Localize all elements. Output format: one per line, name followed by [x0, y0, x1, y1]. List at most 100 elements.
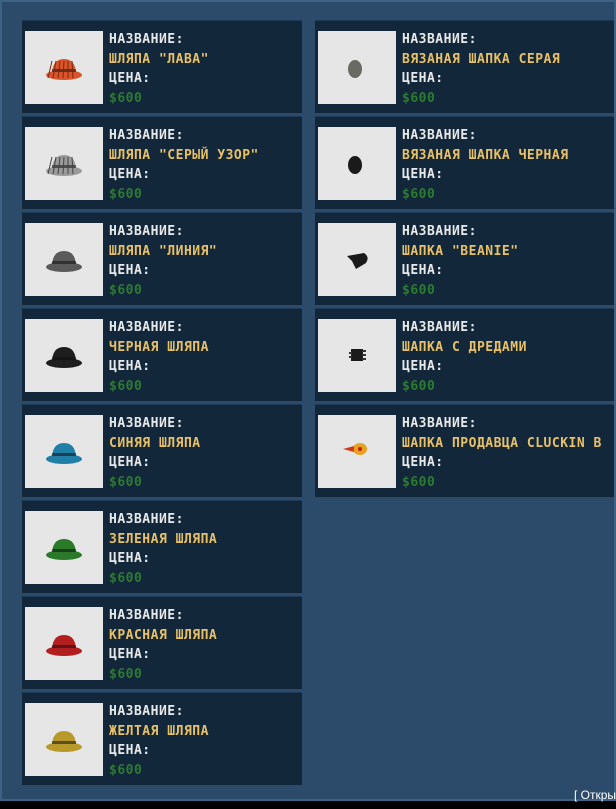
- hat-info: НАЗВАНИЕ: ЗЕЛЕНАЯ ШЛЯПА ЦЕНА: $600: [109, 510, 217, 588]
- hat-info: НАЗВАНИЕ: ЧЕРНАЯ ШЛЯПА ЦЕНА: $600: [109, 318, 209, 396]
- beanie-icon: [347, 253, 368, 269]
- hat-card[interactable]: НАЗВАНИЕ: ВЯЗАНАЯ ШАПКА СЕРАЯ ЦЕНА: $600: [315, 20, 614, 113]
- name-label: НАЗВАНИЕ:: [109, 512, 184, 527]
- name-label: НАЗВАНИЕ:: [402, 32, 477, 47]
- red-hat-icon: [46, 635, 82, 656]
- cluckin-bell-cap-icon: [343, 443, 367, 455]
- name-label: НАЗВАНИЕ:: [109, 416, 184, 431]
- hat-title: ШАПКА С ДРЕДАМИ: [402, 339, 527, 355]
- hat-info: НАЗВАНИЕ: СИНЯЯ ШЛЯПА ЦЕНА: $600: [109, 414, 201, 492]
- hat-card[interactable]: НАЗВАНИЕ: ШЛЯПА "СЕРЫЙ УЗОР" ЦЕНА: $600: [22, 116, 302, 209]
- name-label: НАЗВАНИЕ:: [109, 608, 184, 623]
- hat-card[interactable]: НАЗВАНИЕ: ЗЕЛЕНАЯ ШЛЯПА ЦЕНА: $600: [22, 500, 302, 593]
- hat-price: $600: [402, 186, 436, 202]
- hat-price: $600: [402, 90, 436, 106]
- hat-price: $600: [109, 378, 143, 394]
- hat-price: $600: [402, 378, 436, 394]
- price-label: ЦЕНА:: [109, 359, 151, 374]
- hat-thumbnail: [25, 415, 103, 488]
- hat-price: $600: [109, 282, 143, 298]
- name-label: НАЗВАНИЕ:: [402, 320, 477, 335]
- name-label: НАЗВАНИЕ:: [402, 128, 477, 143]
- black-hat-icon: [46, 347, 82, 368]
- blue-hat-icon: [46, 443, 82, 464]
- hat-price: $600: [109, 90, 143, 106]
- name-label: НАЗВАНИЕ:: [109, 320, 184, 335]
- name-label: НАЗВАНИЕ:: [109, 224, 184, 239]
- hat-info: НАЗВАНИЕ: ВЯЗАНАЯ ШАПКА ЧЕРНАЯ ЦЕНА: $600: [402, 126, 569, 204]
- hat-title: ШАПКА "BEANIE": [402, 243, 519, 259]
- hat-info: НАЗВАНИЕ: ШАПКА С ДРЕДАМИ ЦЕНА: $600: [402, 318, 527, 396]
- hat-card[interactable]: НАЗВАНИЕ: КРАСНАЯ ШЛЯПА ЦЕНА: $600: [22, 596, 302, 689]
- price-label: ЦЕНА:: [402, 167, 444, 182]
- price-label: ЦЕНА:: [109, 647, 151, 662]
- hat-price: $600: [402, 282, 436, 298]
- hat-price: $600: [109, 474, 143, 490]
- name-label: НАЗВАНИЕ:: [109, 32, 184, 47]
- hat-title: ЖЕЛТАЯ ШЛЯПА: [109, 723, 209, 739]
- hat-info: НАЗВАНИЕ: КРАСНАЯ ШЛЯПА ЦЕНА: $600: [109, 606, 217, 684]
- hat-thumbnail: [25, 127, 103, 200]
- hat-title: ШАПКА ПРОДАВЦА CLUCKIN B: [402, 435, 602, 451]
- hat-shop-panel: НАЗВАНИЕ: ШЛЯПА "ЛАВА" ЦЕНА: $600 НАЗВАНИЕ: Ш…: [0, 0, 616, 801]
- hat-price: $600: [109, 570, 143, 586]
- yellow-hat-icon: [46, 731, 82, 752]
- hat-card[interactable]: НАЗВАНИЕ: ВЯЗАНАЯ ШАПКА ЧЕРНАЯ ЦЕНА: $600: [315, 116, 614, 209]
- green-hat-icon: [46, 539, 82, 560]
- hat-title: ЧЕРНАЯ ШЛЯПА: [109, 339, 209, 355]
- hat-thumbnail: [25, 703, 103, 776]
- name-label: НАЗВАНИЕ:: [109, 128, 184, 143]
- hat-info: НАЗВАНИЕ: ЖЕЛТАЯ ШЛЯПА ЦЕНА: $600: [109, 702, 209, 780]
- hat-title: ВЯЗАНАЯ ШАПКА ЧЕРНАЯ: [402, 147, 569, 163]
- hat-title: КРАСНАЯ ШЛЯПА: [109, 627, 218, 643]
- gray-pattern-hat-icon: [46, 155, 82, 176]
- dreadlocks-cap-icon: [349, 349, 366, 361]
- hat-thumbnail: [25, 607, 103, 680]
- hat-card[interactable]: НАЗВАНИЕ: ШАПКА ПРОДАВЦА CLUCKIN B ЦЕНА: $6…: [315, 404, 614, 497]
- hat-title: ШЛЯПА "ЛАВА": [109, 51, 209, 67]
- hat-card[interactable]: НАЗВАНИЕ: ЧЕРНАЯ ШЛЯПА ЦЕНА: $600: [22, 308, 302, 401]
- hat-title: ЗЕЛЕНАЯ ШЛЯПА: [109, 531, 218, 547]
- hat-info: НАЗВАНИЕ: ШЛЯПА "СЕРЫЙ УЗОР" ЦЕНА: $600: [109, 126, 259, 204]
- line-hat-icon: [46, 251, 82, 272]
- hat-price: $600: [402, 474, 436, 490]
- price-label: ЦЕНА:: [402, 71, 444, 86]
- hat-card[interactable]: НАЗВАНИЕ: ШЛЯПА "ЛИНИЯ" ЦЕНА: $600: [22, 212, 302, 305]
- price-label: ЦЕНА:: [109, 71, 151, 86]
- name-label: НАЗВАНИЕ:: [109, 704, 184, 719]
- hat-info: НАЗВАНИЕ: ШЛЯПА "ЛАВА" ЦЕНА: $600: [109, 30, 209, 108]
- hat-info: НАЗВАНИЕ: ШАПКА "BEANIE" ЦЕНА: $600: [402, 222, 519, 300]
- hat-card[interactable]: НАЗВАНИЕ: ШАПКА "BEANIE" ЦЕНА: $600: [315, 212, 614, 305]
- price-label: ЦЕНА:: [109, 551, 151, 566]
- hat-title: ШЛЯПА "СЕРЫЙ УЗОР": [109, 147, 259, 163]
- name-label: НАЗВАНИЕ:: [402, 224, 477, 239]
- hat-card[interactable]: НАЗВАНИЕ: ЖЕЛТАЯ ШЛЯПА ЦЕНА: $600: [22, 692, 302, 785]
- hat-card[interactable]: НАЗВАНИЕ: ШЛЯПА "ЛАВА" ЦЕНА: $600: [22, 20, 302, 113]
- name-label: НАЗВАНИЕ:: [402, 416, 477, 431]
- price-label: ЦЕНА:: [109, 167, 151, 182]
- hat-thumbnail: [318, 319, 396, 392]
- hat-info: НАЗВАНИЕ: ШЛЯПА "ЛИНИЯ" ЦЕНА: $600: [109, 222, 217, 300]
- hat-thumbnail: [25, 31, 103, 104]
- black-knit-cap-icon: [348, 156, 362, 174]
- hat-thumbnail: [318, 31, 396, 104]
- gray-knit-cap-icon: [348, 60, 362, 78]
- price-label: ЦЕНА:: [109, 455, 151, 470]
- hat-title: СИНЯЯ ШЛЯПА: [109, 435, 201, 451]
- price-label: ЦЕНА:: [109, 263, 151, 278]
- hat-title: ШЛЯПА "ЛИНИЯ": [109, 243, 218, 259]
- hat-thumbnail: [25, 223, 103, 296]
- hat-card[interactable]: НАЗВАНИЕ: СИНЯЯ ШЛЯПА ЦЕНА: $600: [22, 404, 302, 497]
- hat-thumbnail: [318, 415, 396, 488]
- hat-price: $600: [109, 186, 143, 202]
- hat-info: НАЗВАНИЕ: ШАПКА ПРОДАВЦА CLUCKIN B ЦЕНА: $6…: [402, 414, 602, 492]
- open-hint[interactable]: [ Открыть ]: [574, 788, 616, 802]
- hat-thumbnail: [318, 127, 396, 200]
- hat-thumbnail: [25, 319, 103, 392]
- price-label: ЦЕНА:: [109, 743, 151, 758]
- hat-card[interactable]: НАЗВАНИЕ: ШАПКА С ДРЕДАМИ ЦЕНА: $600: [315, 308, 614, 401]
- price-label: ЦЕНА:: [402, 359, 444, 374]
- hat-price: $600: [109, 666, 143, 682]
- price-label: ЦЕНА:: [402, 263, 444, 278]
- hat-info: НАЗВАНИЕ: ВЯЗАНАЯ ШАПКА СЕРАЯ ЦЕНА: $600: [402, 30, 560, 108]
